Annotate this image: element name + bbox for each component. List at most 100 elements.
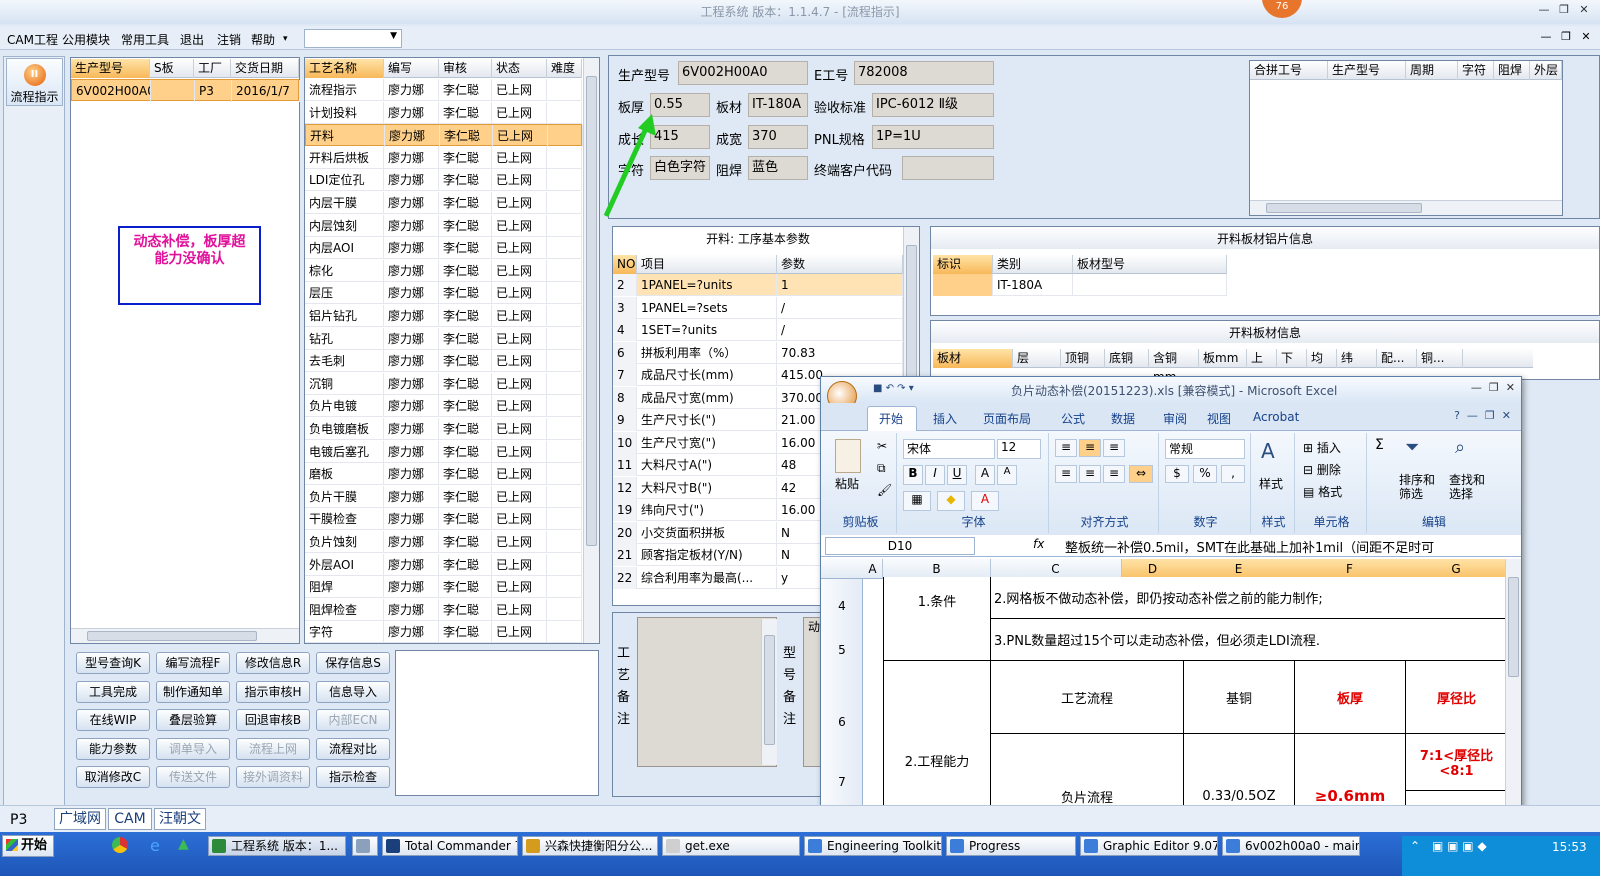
pnl-field[interactable]: 1P=1U <box>872 125 994 149</box>
menu-cam[interactable]: CAM工程 <box>7 31 58 48</box>
tool-button[interactable]: 接外调资料 <box>236 766 310 788</box>
taskbar-item[interactable]: 兴森快捷衡阳分公... <box>522 836 658 856</box>
cell-b4[interactable]: 1.条件 <box>883 577 991 661</box>
param-row[interactable]: 6 拼板利用率（%） 70.83 <box>613 341 903 364</box>
process-row[interactable]: 沉铜 廖力娜 李仁聪 已上网 <box>305 372 582 395</box>
ribbon-tab[interactable]: 插入 <box>933 410 957 427</box>
border-icon[interactable]: ▦ <box>903 491 931 511</box>
copy-icon[interactable]: ⧉ <box>877 461 886 476</box>
taskbar-item[interactable]: Graphic Editor 9.07b... <box>1080 836 1218 856</box>
standard-field[interactable]: IPC-6012 Ⅱ级 <box>872 93 994 117</box>
app-icon[interactable]: ▲ <box>178 836 189 852</box>
mdi-restore-icon[interactable]: ❐ <box>1556 30 1576 43</box>
process-row[interactable]: 棕化 廖力娜 李仁聪 已上网 <box>305 259 582 282</box>
cell-c4[interactable]: 2.网格板不做动态补偿，即仍按动态补偿之前的能力制作; <box>990 577 1508 619</box>
tool-button[interactable]: 指示检查 <box>316 766 390 788</box>
insert-cells-button[interactable]: ⊞ 插入 <box>1303 439 1341 456</box>
paste-icon[interactable] <box>835 439 861 473</box>
menu-help[interactable]: 帮助 <box>251 31 275 48</box>
process-row[interactable]: 负片干膜 廖力娜 李仁聪 已上网 <box>305 485 582 508</box>
tool-button[interactable]: 在线WIP <box>76 709 150 731</box>
cell-e6[interactable]: 基铜 <box>1183 660 1295 734</box>
tool-button[interactable]: 流程对比 <box>316 737 390 760</box>
comma-icon[interactable]: , <box>1221 465 1245 483</box>
column-header[interactable]: E <box>1183 559 1295 579</box>
font-grow-icon[interactable]: A <box>975 465 995 485</box>
tool-button[interactable]: 取消修改C <box>76 766 150 788</box>
menu-common-module[interactable]: 公用模块 <box>62 31 110 48</box>
param-row[interactable]: 2 1PANEL=?units 1 <box>613 274 903 296</box>
column-header[interactable]: G <box>1405 559 1508 579</box>
excel-window-controls[interactable]: — ❐ ✕ <box>1471 381 1515 394</box>
process-row[interactable]: 阻焊检查 廖力娜 李仁聪 已上网 <box>305 598 582 621</box>
e-no-field[interactable]: 782008 <box>854 61 994 85</box>
column-header[interactable]: C <box>990 559 1122 579</box>
process-row[interactable]: 内层AOI 廖力娜 李仁聪 已上网 <box>305 237 582 260</box>
font-shrink-icon[interactable]: A <box>997 465 1017 485</box>
process-row[interactable]: 开料 廖力娜 李仁聪 已上网 <box>305 124 583 148</box>
bold-icon[interactable]: B <box>903 465 923 485</box>
param-row[interactable]: 4 1SET=?units / <box>613 319 903 341</box>
material-field[interactable]: IT-180A <box>748 93 808 117</box>
merge-hscroll[interactable] <box>1250 200 1562 215</box>
process-row[interactable]: 内层蚀刻 廖力娜 李仁聪 已上网 <box>305 214 582 237</box>
finish-width-field[interactable]: 370 <box>748 125 808 149</box>
process-row[interactable]: LDI定位孔 廖力娜 李仁聪 已上网 <box>305 169 582 192</box>
process-row[interactable]: 干膜检查 廖力娜 李仁聪 已上网 <box>305 508 582 531</box>
tool-button[interactable]: 工具完成 <box>76 680 150 703</box>
param-row[interactable]: 3 1PANEL=?sets / <box>613 296 903 319</box>
name-box[interactable]: D10 <box>825 537 975 555</box>
tool-button[interactable]: 信息导入 <box>316 680 390 703</box>
process-row[interactable]: 铝片钻孔 廖力娜 李仁聪 已上网 <box>305 305 582 327</box>
process-row[interactable]: 磨板 廖力娜 李仁聪 已上网 <box>305 463 582 486</box>
tool-button[interactable]: 流程上网 <box>236 737 310 760</box>
formula-input[interactable]: 整板统一补偿0.5mil，SMT在此基础上加补1mil（间距不足时可 <box>1065 537 1505 556</box>
merge-cells-icon[interactable]: ⇔ <box>1129 465 1153 483</box>
tool-button[interactable]: 指示审核H <box>236 680 310 703</box>
menu-combo[interactable]: ▼ <box>304 29 402 48</box>
ribbon-help-icon[interactable]: ? — ❐ ✕ <box>1454 409 1511 422</box>
cell-f6[interactable]: 板厚 <box>1294 660 1406 734</box>
fill-color-icon[interactable]: ◆ <box>937 491 965 511</box>
ribbon-tab[interactable]: Acrobat <box>1253 410 1299 424</box>
tray-arrow-icon[interactable]: ⌃ <box>1410 839 1420 853</box>
tool-button[interactable]: 回退审核B <box>236 709 310 731</box>
percent-icon[interactable]: % <box>1193 465 1217 483</box>
close-icon[interactable]: ✕ <box>1574 3 1594 16</box>
process-row[interactable]: 外层AOI 廖力娜 李仁聪 已上网 <box>305 553 582 576</box>
format-cells-button[interactable]: ▤ 格式 <box>1303 483 1342 500</box>
column-header[interactable]: F <box>1294 559 1406 579</box>
process-vscroll[interactable] <box>583 58 599 643</box>
currency-icon[interactable]: $ <box>1165 465 1189 483</box>
column-header[interactable]: D <box>1122 559 1184 579</box>
maximize-icon[interactable]: ❐ <box>1554 3 1574 16</box>
chrome-icon[interactable] <box>112 837 128 853</box>
ie-icon[interactable]: e <box>150 836 160 855</box>
align-right-icon[interactable]: ≡ <box>1103 465 1125 483</box>
cut-icon[interactable]: ✂ <box>877 439 887 453</box>
underline-icon[interactable]: U <box>947 465 967 485</box>
align-top-icon[interactable]: ≡ <box>1055 439 1077 457</box>
mdi-minimize-icon[interactable]: — <box>1536 30 1556 43</box>
start-button[interactable]: 开始 <box>2 835 54 857</box>
tool-button[interactable]: 编写流程F <box>156 652 230 674</box>
process-row[interactable]: 钻孔 廖力娜 李仁聪 已上网 <box>305 327 582 350</box>
styles-icon[interactable]: A <box>1261 439 1275 463</box>
taskbar-item[interactable]: Engineering Toolkit 9... <box>804 836 942 856</box>
tool-button[interactable]: 调单导入 <box>156 737 230 760</box>
cell-c5[interactable]: 3.PNL数量超过15个可以走动态补偿，但必须走LDI流程. <box>990 618 1508 661</box>
process-row[interactable]: 去毛刺 廖力娜 李仁聪 已上网 <box>305 350 582 373</box>
column-header[interactable]: B <box>883 559 991 579</box>
taskbar-item[interactable]: 工程系统 版本：1... <box>208 836 346 856</box>
format-painter-icon[interactable]: 🖌 <box>877 483 892 497</box>
ribbon-tab[interactable]: 公式 <box>1061 410 1085 427</box>
taskbar-item[interactable]: get.exe <box>662 836 800 856</box>
menu-tools[interactable]: 常用工具 <box>121 31 169 48</box>
tool-button[interactable]: 型号查询K <box>76 652 150 674</box>
ribbon-tab[interactable]: 视图 <box>1207 410 1231 427</box>
tool-button[interactable]: 叠层验算 <box>156 709 230 731</box>
menu-exit[interactable]: 退出 <box>180 31 204 48</box>
process-row[interactable]: 内层干膜 廖力娜 李仁聪 已上网 <box>305 192 582 214</box>
process-row[interactable]: 计划投料 廖力娜 李仁聪 已上网 <box>305 101 582 124</box>
process-row[interactable]: 阻焊 廖力娜 李仁聪 已上网 <box>305 576 582 599</box>
